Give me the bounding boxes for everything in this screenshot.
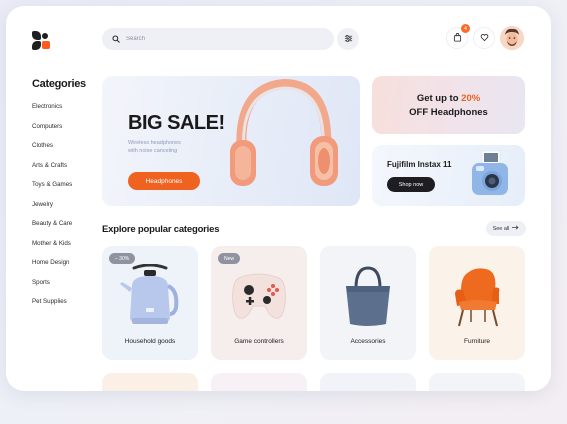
sidebar-item-beauty-care[interactable]: Beauty & Care [32,219,72,239]
category-card-household-goods[interactable]: – 30% Household goods [102,246,198,360]
sidebar-item-home-design[interactable]: Home Design [32,258,72,278]
hero-title: BIG SALE! [128,112,225,134]
promo-discount-prefix: Get up to [416,93,462,104]
cart-count-badge: 4 [461,24,470,33]
sidebar-item-mother-kids[interactable]: Mother & Kids [32,239,72,259]
search-input[interactable] [126,36,306,42]
card-label: Game controllers [234,338,284,345]
app-window: 4 Categories Electronics Computers Cloth… [6,6,551,391]
search-icon [112,30,120,48]
brand-logo[interactable] [32,31,52,53]
card-label: Furniture [463,338,490,345]
bag-icon [453,29,462,47]
card-label: Household goods [124,338,176,345]
sidebar-item-electronics[interactable]: Electronics [32,102,72,122]
handbag-image [346,266,390,326]
sidebar-item-clothes[interactable]: Clothes [32,141,72,161]
cart-button[interactable]: 4 [446,24,470,49]
game-controller-image [232,273,286,319]
heart-icon [480,29,489,47]
new-tag: New [218,253,241,264]
category-card-game-controllers[interactable]: New Game controllers [211,246,307,360]
sidebar-item-computers[interactable]: Computers [32,122,72,142]
avatar[interactable] [500,26,524,50]
arrow-right-icon [512,225,519,232]
kettle-image [120,264,179,324]
category-card-peek[interactable] [211,373,307,391]
categories-list: Electronics Computers Clothes Arts & Cra… [32,102,72,317]
categories-heading: Categories [32,78,86,90]
sidebar-item-sports[interactable]: Sports [32,278,72,298]
section-title: Explore popular categories [102,224,220,235]
category-card-furniture[interactable]: Furniture [429,246,525,360]
instant-camera-image [472,151,508,195]
filter-button[interactable] [337,28,359,50]
sidebar-item-pet-supplies[interactable]: Pet Supplies [32,297,72,317]
category-card-accessories[interactable]: Accessories [320,246,416,360]
sidebar-item-toys-games[interactable]: Toys & Games [32,180,72,200]
hero-subtitle-line2: with noise canceling [128,148,178,154]
shop-now-button[interactable]: Shop now [387,177,435,192]
card-label: Accessories [350,338,386,345]
category-card-peek[interactable] [320,373,416,391]
sidebar-item-jewelry[interactable]: Jewelry [32,200,72,220]
promo-discount-line1: Get up to 20% [372,93,525,104]
hero-subtitle-line1: Wireless headphones [128,140,181,146]
filter-icon [344,30,353,48]
hero-banner[interactable]: BIG SALE! Wireless headphones with noise… [102,76,360,206]
headphones-image [230,78,338,186]
camera-promo-title: Fujifilm Instax 11 [387,160,452,169]
discount-promo[interactable]: Get up to 20% OFF Headphones [372,76,525,134]
armchair-image [455,268,500,327]
see-all-label: See all [492,225,510,232]
discount-tag: – 30% [109,253,136,264]
wishlist-button[interactable] [473,27,495,49]
promo-discount-percent: 20% [461,93,481,104]
see-all-button[interactable]: See all [486,221,526,236]
category-card-peek[interactable] [102,373,198,391]
headphones-button[interactable]: Headphones [128,172,200,190]
category-card-peek[interactable] [429,373,525,391]
promo-discount-line2: OFF Headphones [409,107,488,118]
search-bar[interactable] [102,28,334,50]
sidebar-item-arts-crafts[interactable]: Arts & Crafts [32,161,72,181]
camera-promo[interactable]: Fujifilm Instax 11 Shop now [372,145,525,206]
